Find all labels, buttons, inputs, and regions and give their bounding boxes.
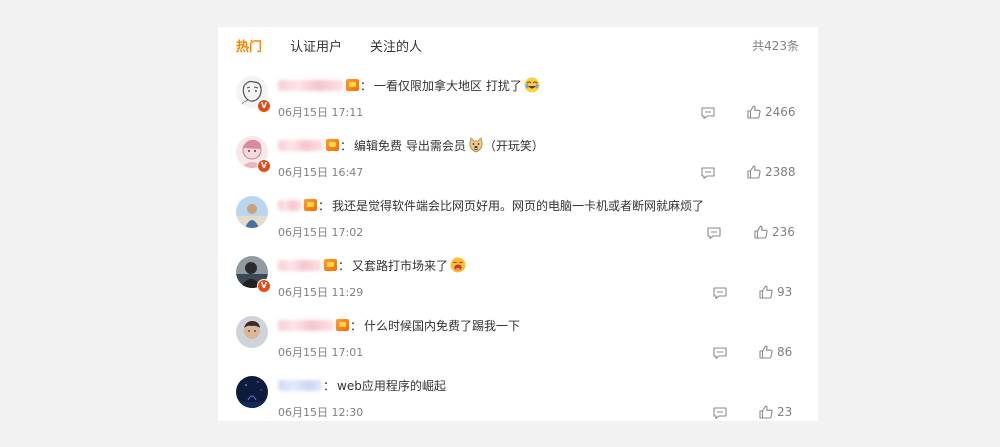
reply-icon[interactable]	[700, 105, 716, 121]
laughing-emoji-icon	[450, 257, 466, 273]
comment-text: 又套路打市场来了	[352, 258, 449, 273]
comment-line: ： 什么时候国内免费了踢我一下	[278, 316, 520, 334]
crying-laugh-emoji-icon	[524, 77, 540, 93]
tab-verified-users[interactable]: 认证用户	[290, 36, 342, 55]
separator: ：	[340, 138, 353, 153]
username-blurred[interactable]	[278, 379, 322, 391]
like-button[interactable]: 23	[759, 403, 792, 421]
comment-line: ： web应用程序的崛起	[278, 376, 446, 394]
vip-icon	[324, 259, 337, 271]
comment-suffix: （开玩笑）	[483, 138, 544, 153]
thumbs-up-icon	[747, 105, 761, 119]
avatar[interactable]	[236, 376, 268, 408]
username-blurred[interactable]	[278, 139, 324, 151]
thumbs-up-icon	[759, 285, 773, 299]
separator: ：	[323, 378, 336, 393]
comment-time: 06月15日 16:47	[278, 166, 364, 179]
doge-emoji-icon	[468, 137, 484, 153]
thumbs-up-icon	[759, 405, 773, 419]
comment-item: ： 什么时候国内免费了踢我一下 06月15日 17:01 86	[218, 310, 818, 370]
like-count: 2466	[765, 105, 796, 119]
reply-icon[interactable]	[712, 285, 728, 301]
tab-hot[interactable]: 热门	[236, 36, 262, 55]
like-count: 23	[777, 405, 793, 419]
thumbs-up-icon	[747, 165, 761, 179]
tab-following[interactable]: 关注的人	[370, 36, 422, 55]
verified-badge-icon: V	[257, 159, 271, 173]
vip-icon	[326, 139, 339, 151]
reply-icon[interactable]	[712, 405, 728, 421]
comment-line: ： 又套路打市场来了	[278, 256, 466, 274]
username-blurred[interactable]	[278, 259, 322, 271]
comment-text: 我还是觉得软件端会比网页好用。网页的电脑一卡机或者断网就麻烦了	[332, 198, 705, 213]
comment-line: ： 一看仅限加拿大地区 打扰了	[278, 76, 540, 94]
comment-item: ： 我还是觉得软件端会比网页好用。网页的电脑一卡机或者断网就麻烦了 06月15日…	[218, 190, 818, 250]
avatar[interactable]	[236, 196, 268, 228]
like-button[interactable]: 86	[759, 343, 792, 361]
reply-icon[interactable]	[712, 345, 728, 361]
vip-icon	[346, 79, 359, 91]
comment-line: ： 我还是觉得软件端会比网页好用。网页的电脑一卡机或者断网就麻烦了	[278, 196, 704, 214]
thumbs-up-icon	[754, 225, 768, 239]
comment-line: ： 编辑免费 导出需会员 （开玩笑）	[278, 136, 544, 154]
comment-time: 06月15日 17:01	[278, 346, 364, 359]
vip-icon	[304, 199, 317, 211]
like-button[interactable]: 2388	[747, 163, 796, 181]
like-count: 2388	[765, 165, 796, 179]
like-count: 86	[777, 345, 793, 359]
comment-item: ： web应用程序的崛起 06月15日 12:30 23	[218, 370, 818, 430]
comment-text: 一看仅限加拿大地区 打扰了	[374, 78, 522, 93]
username-blurred[interactable]	[278, 79, 344, 91]
comment-time: 06月15日 12:30	[278, 406, 364, 419]
comment-time: 06月15日 17:02	[278, 226, 364, 239]
separator: ：	[318, 198, 331, 213]
comment-time: 06月15日 17:11	[278, 106, 364, 119]
like-button[interactable]: 236	[754, 223, 795, 241]
like-count: 93	[777, 285, 793, 299]
like-button[interactable]: 2466	[747, 103, 796, 121]
reply-icon[interactable]	[706, 225, 722, 241]
comment-count: 共423条	[752, 39, 799, 53]
verified-badge-icon: V	[257, 279, 271, 293]
reply-icon[interactable]	[700, 165, 716, 181]
thumbs-up-icon	[759, 345, 773, 359]
like-button[interactable]: 93	[759, 283, 792, 301]
vip-icon	[336, 319, 349, 331]
comment-item: V ： 一看仅限加拿大地区 打扰了 06月15日 17:11 2466	[218, 70, 818, 130]
verified-badge-icon: V	[257, 99, 271, 113]
separator: ：	[360, 78, 373, 93]
comment-item: V ： 编辑免费 导出需会员 （开玩笑） 06月15日 16:47 2388	[218, 130, 818, 190]
comment-tabs: 热门 认证用户 关注的人 共423条	[218, 27, 818, 63]
like-count: 236	[772, 225, 795, 239]
comment-item: V ： 又套路打市场来了 06月15日 11:29 93	[218, 250, 818, 310]
comment-time: 06月15日 11:29	[278, 286, 364, 299]
separator: ：	[338, 258, 351, 273]
username-blurred[interactable]	[278, 199, 302, 211]
comment-text: 什么时候国内免费了踢我一下	[364, 318, 521, 333]
separator: ：	[350, 318, 363, 333]
avatar[interactable]	[236, 316, 268, 348]
comments-panel: 热门 认证用户 关注的人 共423条 V ： 一看仅限加拿大地区 打扰了 06月…	[218, 27, 818, 421]
comment-text: web应用程序的崛起	[337, 378, 446, 393]
username-blurred[interactable]	[278, 319, 334, 331]
comment-text: 编辑免费 导出需会员	[354, 138, 466, 153]
